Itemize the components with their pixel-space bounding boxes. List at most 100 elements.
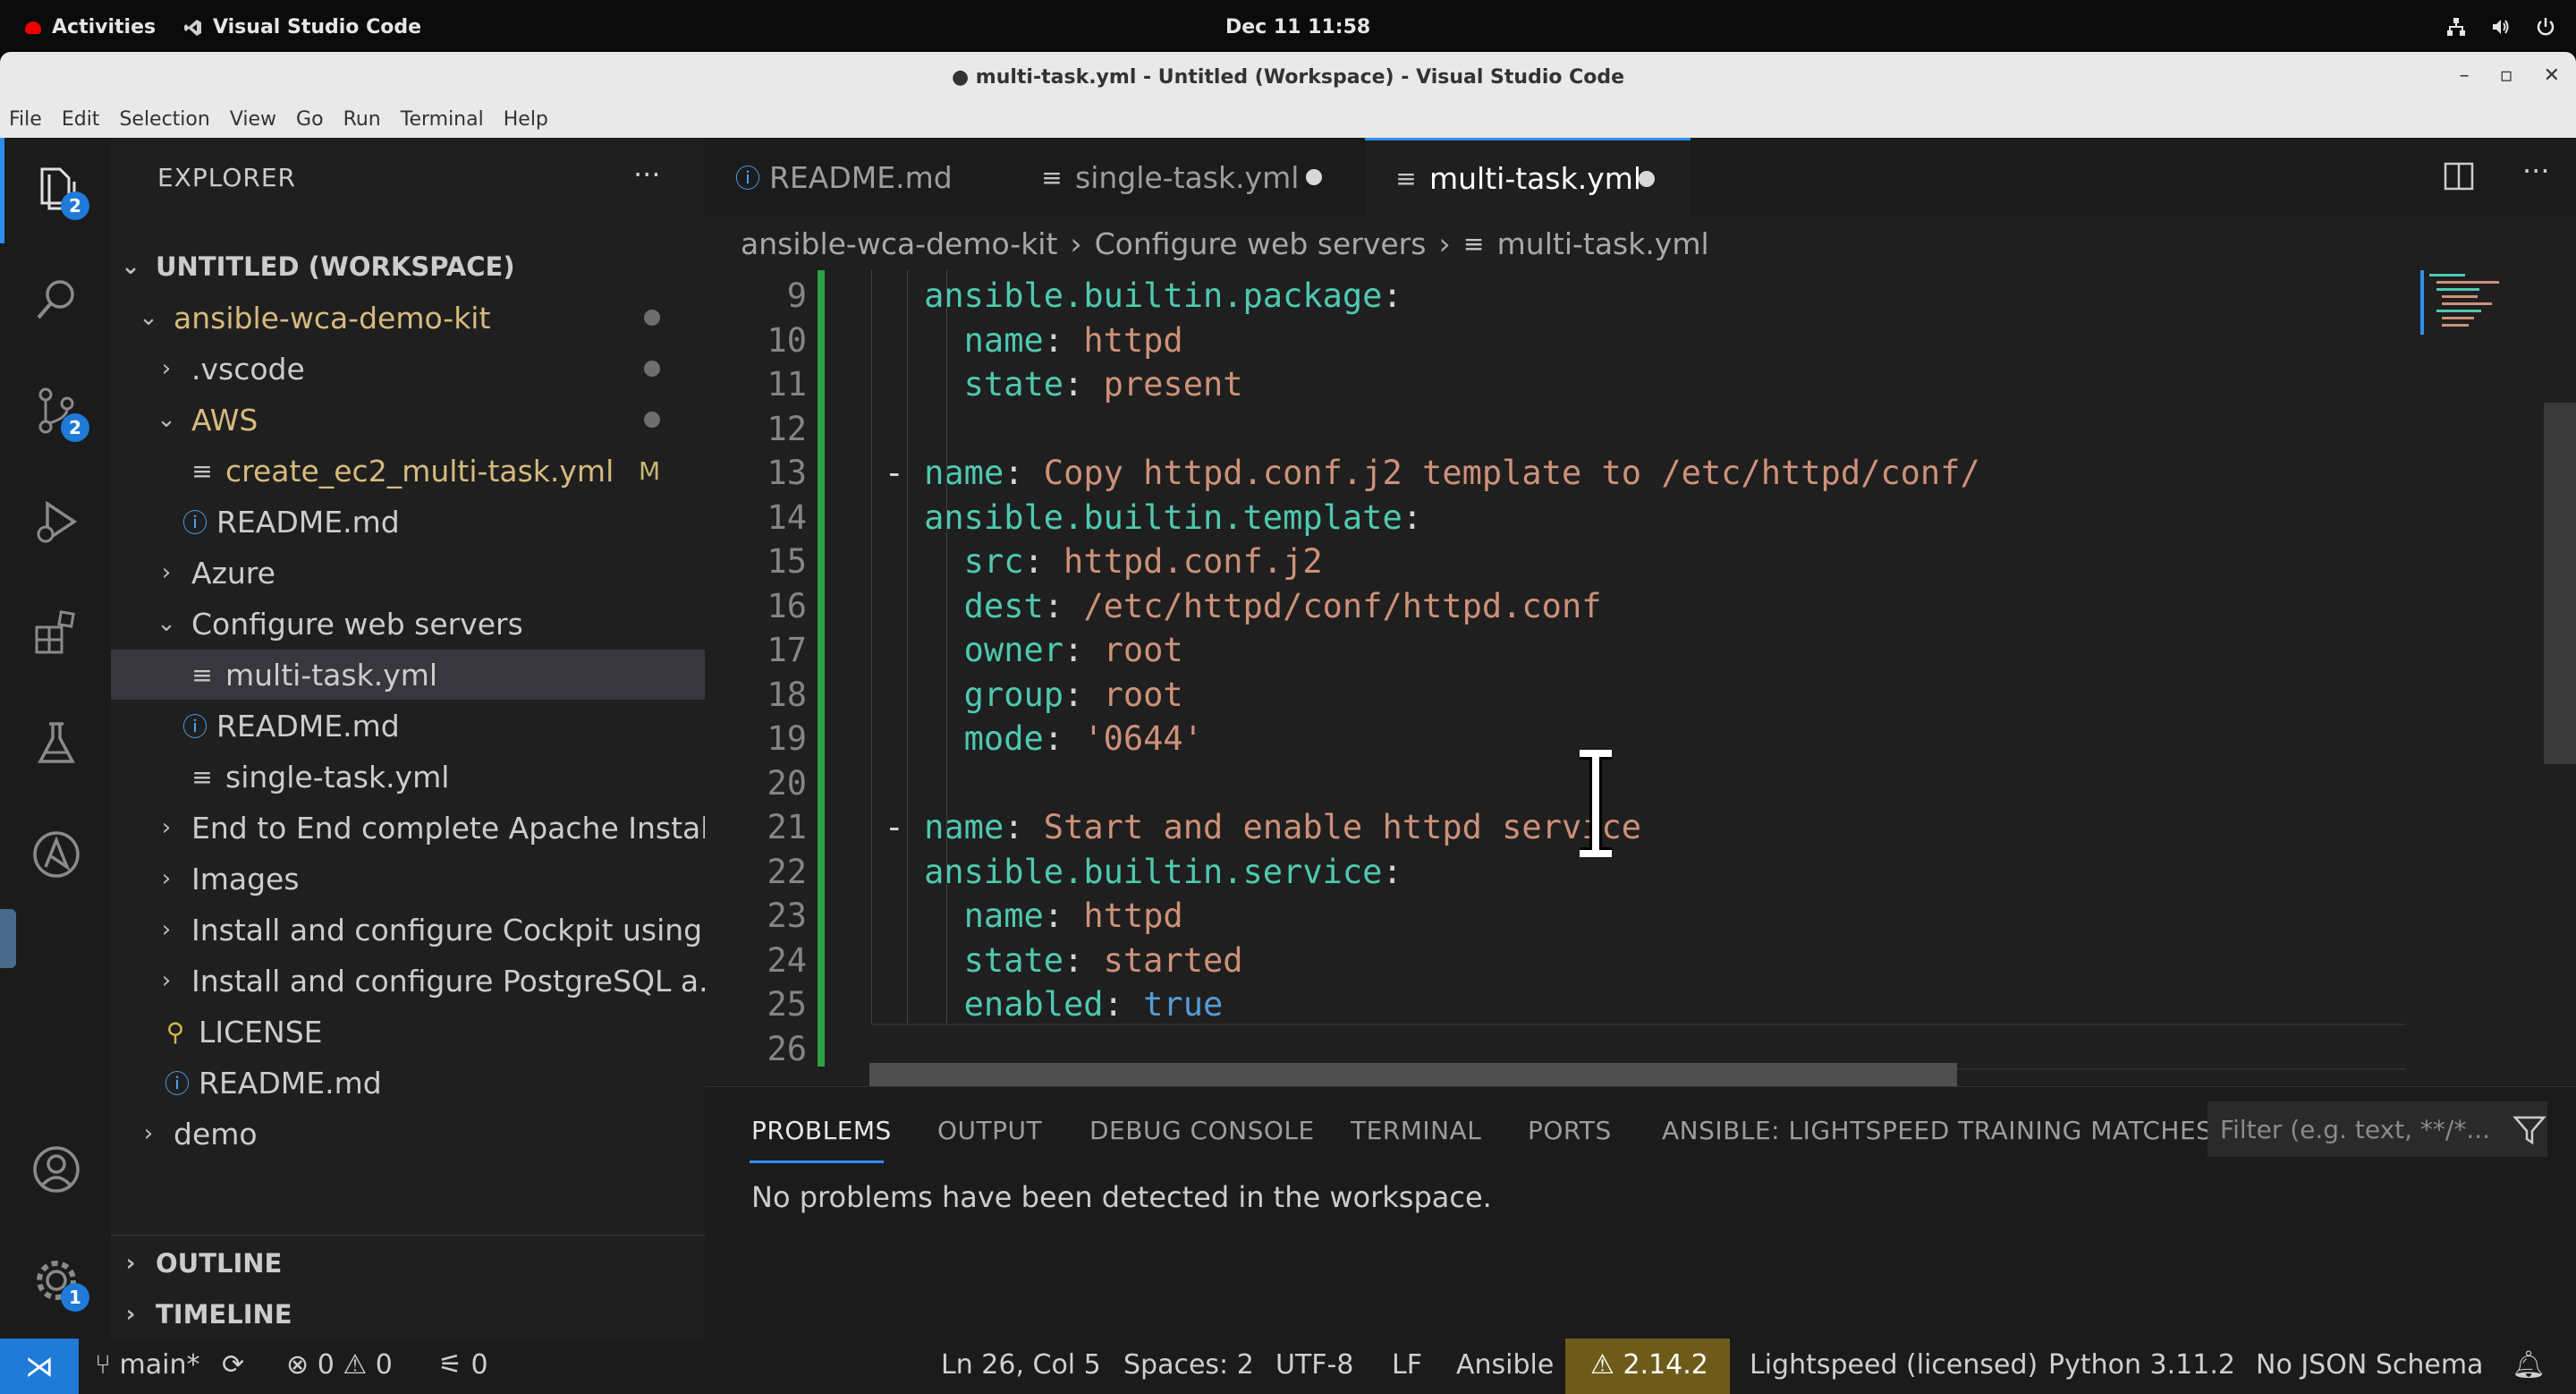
ports-status[interactable]: ⚟ 0 <box>438 1349 488 1381</box>
problems-status[interactable]: ⊗ 0 ⚠ 0 <box>286 1349 393 1381</box>
code-line[interactable]: 20 <box>705 761 2422 806</box>
code-editor[interactable]: 9 ansible.builtin.package: 10 name: httpd… <box>705 270 2576 1086</box>
tree-folder-images[interactable]: › Images <box>111 854 750 904</box>
tree-file-readme-root[interactable]: ⓘ README.md <box>111 1058 758 1108</box>
tree-folder-vscode[interactable]: › .vscode <box>111 344 750 394</box>
menu-terminal[interactable]: Terminal <box>401 106 484 138</box>
menu-help[interactable]: Help <box>504 106 548 138</box>
code-line[interactable]: 22 ansible.builtin.service: <box>705 850 2422 895</box>
tab-single-task[interactable]: ≡ single-task.yml <box>1011 138 1347 217</box>
tree-workspace-root[interactable]: ⌄ UNTITLED (WORKSPACE) <box>111 242 714 292</box>
menu-file[interactable]: File <box>9 106 42 138</box>
maximize-icon[interactable]: ▫ <box>2500 64 2513 87</box>
unsaved-dot-icon[interactable] <box>1639 170 1655 187</box>
tree-file-single-task[interactable]: ≡ single-task.yml <box>111 752 785 802</box>
ansible-view-button[interactable] <box>29 827 84 882</box>
panel-tab-debug-console[interactable]: DEBUG CONSOLE <box>1089 1116 1315 1145</box>
code-line[interactable]: 23 name: httpd <box>705 894 2422 939</box>
accounts-button[interactable] <box>29 1142 84 1197</box>
code-line[interactable]: 16 dest: /etc/httpd/conf/httpd.conf <box>705 584 2422 629</box>
code-line[interactable]: 9 ansible.builtin.package: <box>705 274 2422 319</box>
code-line[interactable]: 24 state: started <box>705 939 2422 983</box>
panel-tab-terminal[interactable]: TERMINAL <box>1351 1116 1481 1145</box>
panel-tab-lightspeed-training-matches[interactable]: ANSIBLE: LIGHTSPEED TRAINING MATCHES <box>1662 1116 2212 1145</box>
panel-tab-output[interactable]: OUTPUT <box>937 1116 1042 1145</box>
tree-folder-cockpit[interactable]: › Install and configure Cockpit using... <box>111 905 750 955</box>
breadcrumb-item[interactable]: multi-task.yml <box>1497 226 1709 261</box>
sync-icon[interactable]: ⟳ <box>222 1349 244 1381</box>
json-schema-status[interactable]: No JSON Schema <box>2256 1349 2483 1381</box>
system-tray[interactable] <box>2445 16 2556 38</box>
problems-filter-input[interactable]: Filter (e.g. text, **/*... <box>2207 1101 2547 1157</box>
close-icon[interactable]: ✕ <box>2544 64 2560 87</box>
tree-file-readme-aws[interactable]: ⓘ README.md <box>111 497 776 547</box>
code-line[interactable]: 14 ansible.builtin.template: <box>705 496 2422 540</box>
run-debug-view-button[interactable] <box>29 494 84 549</box>
language-mode-status[interactable]: Ansible <box>1456 1349 1554 1381</box>
source-control-view-button[interactable]: 2 <box>29 383 89 442</box>
code-line[interactable]: 15 src: httpd.conf.j2 <box>705 540 2422 584</box>
python-version-status[interactable]: Python 3.11.2 <box>2048 1349 2235 1381</box>
cursor-position-status[interactable]: Ln 26, Col 5 <box>941 1349 1101 1381</box>
eol-status[interactable]: LF <box>1392 1349 1422 1381</box>
tab-multi-task[interactable]: ≡ multi-task.yml <box>1365 138 1690 217</box>
unsaved-dot-icon[interactable] <box>1306 169 1322 185</box>
tree-file-readme-web[interactable]: ⓘ README.md <box>111 701 776 751</box>
outline-section-header[interactable]: › OUTLINE <box>111 1238 714 1288</box>
code-line[interactable]: 18 group: root <box>705 673 2422 718</box>
remote-indicator-button[interactable]: ⋊ <box>0 1339 79 1394</box>
search-view-button[interactable] <box>29 272 84 327</box>
menu-edit[interactable]: Edit <box>62 106 100 138</box>
lightspeed-status[interactable]: Lightspeed (licensed) <box>1750 1349 2038 1381</box>
menu-view[interactable]: View <box>230 106 276 138</box>
tree-folder-end-to-end[interactable]: › End to End complete Apache Install <box>111 803 750 853</box>
code-line[interactable]: 19 mode: '0644' <box>705 717 2422 761</box>
code-line[interactable]: 10 name: httpd <box>705 319 2422 363</box>
tree-file-create-ec2[interactable]: ≡ create_ec2_multi-task.yml M <box>111 446 785 496</box>
git-branch-status[interactable]: ⑂ main* <box>95 1349 200 1381</box>
tab-readme[interactable]: ⓘ README.md <box>705 138 1009 217</box>
code-line[interactable]: 13 - name: Copy httpd.conf.j2 template t… <box>705 451 2422 496</box>
line-number: 10 <box>767 320 807 360</box>
encoding-status[interactable]: UTF-8 <box>1275 1349 1353 1381</box>
extensions-view-button[interactable] <box>29 605 84 660</box>
code-line[interactable]: 12 <box>705 407 2422 452</box>
menu-go[interactable]: Go <box>296 106 324 138</box>
notifications-bell-icon[interactable]: 🔔︎ <box>2512 1349 2546 1381</box>
breadcrumb-item[interactable]: ansible-wca-demo-kit <box>741 226 1057 261</box>
editor-more-actions-icon[interactable]: ··· <box>2522 154 2550 188</box>
tree-folder-aws[interactable]: ⌄ AWS <box>111 395 750 445</box>
filter-icon[interactable] <box>2512 1112 2547 1148</box>
clock[interactable]: Dec 11 11:58 <box>1225 16 1370 38</box>
tree-folder-configure-web-servers[interactable]: ⌄ Configure web servers <box>111 599 750 649</box>
tree-folder-postgresql[interactable]: › Install and configure PostgreSQL a... <box>111 956 750 1006</box>
code-line[interactable]: 11 state: present <box>705 362 2422 407</box>
tree-folder-azure[interactable]: › Azure <box>111 548 750 598</box>
testing-view-button[interactable] <box>29 716 84 771</box>
code-line[interactable]: 25 enabled: true <box>705 982 2422 1027</box>
tree-file-license[interactable]: ⚲ LICENSE <box>111 1007 758 1057</box>
menu-run[interactable]: Run <box>343 106 381 138</box>
panel-tab-ports[interactable]: PORTS <box>1528 1116 1612 1145</box>
activities-button[interactable]: Activities <box>25 16 156 38</box>
code-line[interactable]: 21 - name: Start and enable httpd servic… <box>705 805 2422 850</box>
sidebar-resize-handle[interactable] <box>0 909 16 968</box>
horizontal-scrollbar[interactable] <box>869 1063 1957 1086</box>
breadcrumb-item[interactable]: Configure web servers <box>1095 226 1427 261</box>
menu-selection[interactable]: Selection <box>119 106 209 138</box>
app-menu-button[interactable]: Visual Studio Code <box>184 16 421 38</box>
minimize-icon[interactable]: – <box>2460 64 2470 87</box>
split-editor-icon[interactable] <box>2444 161 2474 191</box>
tree-file-multi-task[interactable]: ≡ multi-task.yml <box>111 650 785 700</box>
code-line[interactable]: 17 owner: root <box>705 628 2422 673</box>
tree-folder-ansible-wca-demo-kit[interactable]: ⌄ ansible-wca-demo-kit <box>111 293 732 343</box>
minimap[interactable] <box>2420 270 2560 1086</box>
panel-tab-problems[interactable]: PROBLEMS <box>751 1116 892 1145</box>
tree-folder-demo[interactable]: › demo <box>111 1109 732 1159</box>
indentation-status[interactable]: Spaces: 2 <box>1123 1349 1254 1381</box>
explorer-view-button[interactable]: 2 <box>29 161 89 220</box>
vertical-scrollbar[interactable] <box>2544 403 2576 764</box>
manage-button[interactable]: 1 <box>29 1253 89 1312</box>
explorer-more-actions-icon[interactable]: ··· <box>633 157 661 191</box>
timeline-section-header[interactable]: › TIMELINE <box>111 1289 714 1339</box>
